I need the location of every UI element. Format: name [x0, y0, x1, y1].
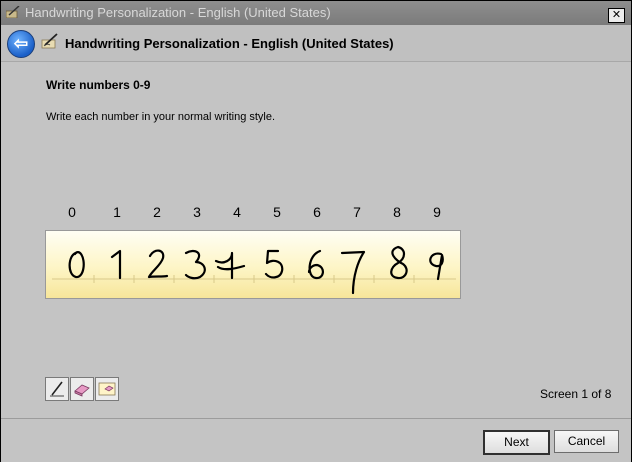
screen-progress-text: Screen 1 of 8: [540, 387, 612, 401]
window-title: Handwriting Personalization - English (U…: [25, 5, 331, 20]
digit-label: 6: [313, 204, 321, 220]
digit-label: 8: [393, 204, 401, 220]
digit-label: 0: [68, 204, 76, 220]
digit-label: 5: [273, 204, 281, 220]
eraser-tool-button[interactable]: [70, 377, 94, 401]
handwriting-input-pad[interactable]: [45, 230, 461, 299]
instruction-text: Write each number in your normal writing…: [46, 111, 276, 123]
ink-canvas: [52, 245, 456, 295]
digit-label: 7: [353, 204, 361, 220]
back-button[interactable]: ⇦: [7, 30, 35, 58]
wizard-footer: Next Cancel: [1, 418, 631, 462]
cancel-button[interactable]: Cancel: [554, 430, 619, 453]
navigation-bar: ⇦ Handwriting Personalization - English …: [1, 25, 631, 62]
close-button[interactable]: ✕: [608, 8, 625, 23]
pen-icon: [50, 381, 64, 397]
handwriting-wizard-window: Handwriting Personalization - English (U…: [0, 0, 632, 462]
next-button[interactable]: Next: [483, 430, 550, 455]
digit-label: 3: [193, 204, 201, 220]
wizard-content: Write numbers 0-9 Write each number in y…: [1, 62, 631, 418]
digit-label: 2: [153, 204, 161, 220]
eraser-icon: [74, 384, 90, 397]
handwriting-app-icon: [6, 6, 20, 18]
digit-label: 4: [233, 204, 241, 220]
digit-label: 1: [113, 204, 121, 220]
digit-label: 9: [433, 204, 441, 220]
step-heading: Write numbers 0-9: [46, 78, 151, 92]
handwriting-pen-icon: [41, 33, 58, 49]
clear-tool-button[interactable]: [95, 377, 119, 401]
title-bar: Handwriting Personalization - English (U…: [1, 1, 631, 25]
page-header-title: Handwriting Personalization - English (U…: [65, 36, 394, 51]
pen-tool-button[interactable]: [45, 377, 69, 401]
clear-icon: [98, 382, 116, 396]
